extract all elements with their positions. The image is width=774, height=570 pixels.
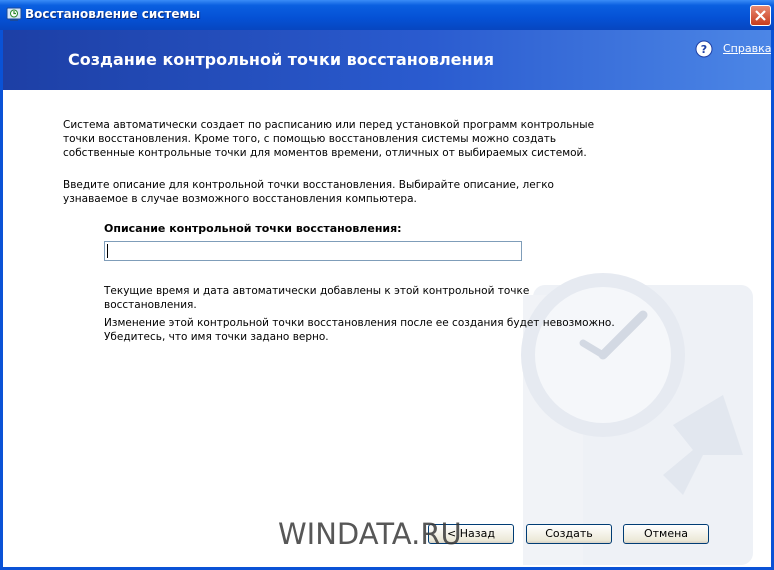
window-title: Восстановление системы [25,7,201,21]
instruction-paragraph: Введите описание для контрольной точки в… [63,179,554,205]
svg-text:?: ? [701,43,707,56]
system-restore-icon [6,6,22,22]
back-button[interactable]: < Назад [428,524,514,544]
system-restore-window: Восстановление системы Создание контроль… [0,0,774,570]
wizard-client-area: Создание контрольной точки восстановлени… [3,30,771,567]
description-input[interactable] [104,241,522,261]
text-caret [107,244,108,258]
wizard-header: Создание контрольной точки восстановлени… [3,30,771,90]
cancel-button[interactable]: Отмена [623,524,709,544]
page-title: Создание контрольной точки восстановлени… [68,50,495,69]
help-icon[interactable]: ? [695,40,713,58]
close-icon [755,10,766,21]
title-bar[interactable]: Восстановление системы [0,0,774,30]
create-button[interactable]: Создать [526,524,612,544]
timestamp-note: Текущие время и дата автоматически добав… [104,285,530,311]
warning-note: Изменение этой контрольной точки восстан… [104,317,615,343]
description-label: Описание контрольной точки восстановлени… [104,222,402,235]
help-link[interactable]: Справка [723,42,771,55]
close-button[interactable] [750,5,771,26]
intro-paragraph: Система автоматически создает по расписа… [63,119,595,159]
